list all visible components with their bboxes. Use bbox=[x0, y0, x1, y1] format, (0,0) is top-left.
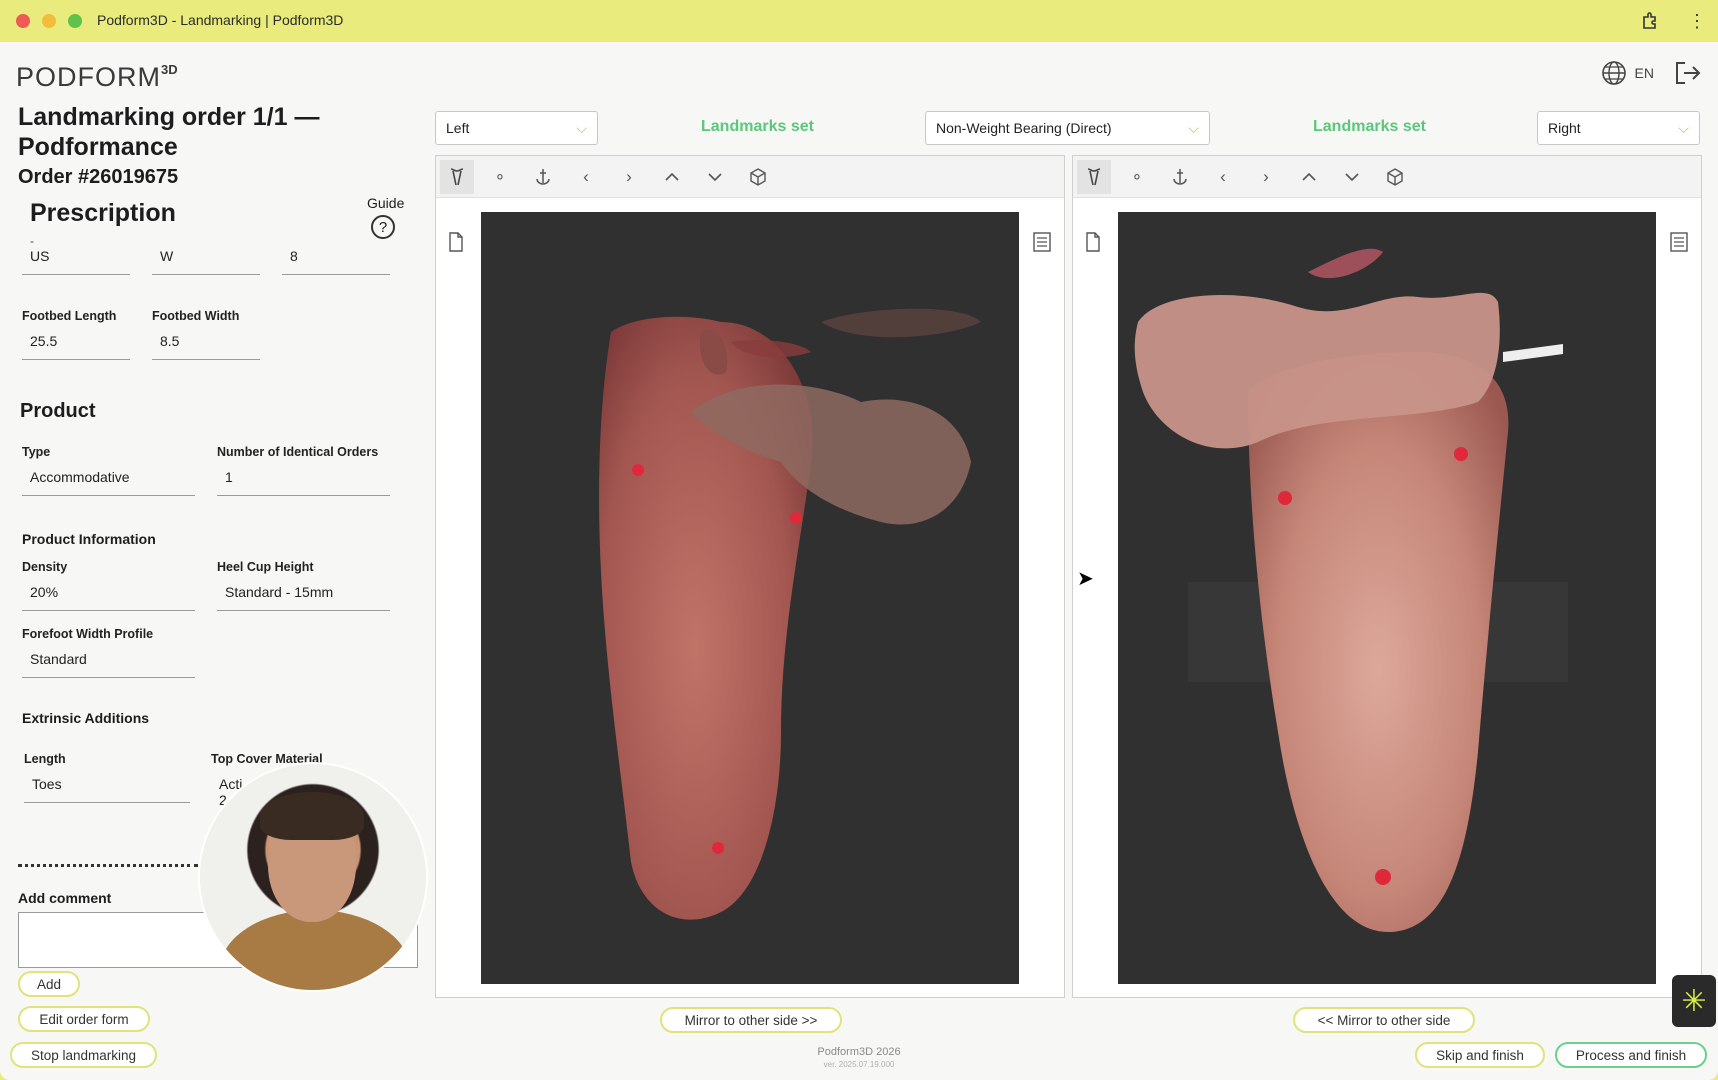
anchor-icon[interactable] bbox=[1163, 160, 1197, 194]
document-icon[interactable] bbox=[1085, 232, 1101, 257]
left-side-select[interactable]: Left ⌵ bbox=[435, 111, 598, 145]
chevron-down-icon[interactable] bbox=[698, 160, 732, 194]
extrinsic-title: Extrinsic Additions bbox=[22, 710, 150, 726]
cube-icon[interactable] bbox=[1378, 160, 1412, 194]
chevron-down-icon: ⌵ bbox=[1678, 119, 1689, 136]
size-system-field[interactable]: US bbox=[22, 244, 130, 275]
minimize-window-button[interactable] bbox=[42, 14, 56, 28]
mirror-right-button[interactable]: Mirror to other side >> bbox=[660, 1007, 842, 1033]
footbed-length-label: Footbed Length bbox=[22, 309, 117, 323]
guide-button[interactable]: Guide ? bbox=[367, 195, 404, 239]
assistant-badge-icon[interactable]: ✳ bbox=[1672, 975, 1716, 1027]
language-label: EN bbox=[1634, 65, 1654, 81]
left-foot-viewer: ∘ ‹ › bbox=[435, 155, 1065, 998]
footbed-width-label: Footbed Width bbox=[152, 309, 240, 323]
globe-icon bbox=[1601, 61, 1626, 85]
chevron-right-icon[interactable]: › bbox=[612, 160, 646, 194]
list-icon[interactable] bbox=[1670, 232, 1688, 257]
anchor-icon[interactable] bbox=[526, 160, 560, 194]
chevron-left-icon[interactable]: ‹ bbox=[569, 160, 603, 194]
prescription-title: Prescription bbox=[30, 199, 176, 227]
type-label: Type bbox=[22, 445, 51, 459]
close-window-button[interactable] bbox=[16, 14, 30, 28]
heel-cup-label: Heel Cup Height bbox=[217, 560, 314, 574]
window-title: Podform3D - Landmarking | Podform3D bbox=[97, 12, 344, 28]
order-panel: Landmarking order 1/1 — Podformance Orde… bbox=[18, 102, 418, 239]
chevron-up-icon[interactable] bbox=[655, 160, 689, 194]
density-field[interactable]: 20% bbox=[22, 580, 195, 611]
identical-orders-field[interactable]: 1 bbox=[217, 465, 390, 496]
product-info-title: Product Information bbox=[22, 531, 156, 547]
list-icon[interactable] bbox=[1033, 232, 1051, 257]
bearing-select[interactable]: Non-Weight Bearing (Direct) ⌵ bbox=[925, 111, 1210, 145]
webcam-video[interactable] bbox=[198, 762, 428, 992]
right-foot-viewer: ∘ ‹ › bbox=[1072, 155, 1702, 998]
right-side-select[interactable]: Right ⌵ bbox=[1537, 111, 1700, 145]
right-status: Landmarks set bbox=[1313, 118, 1426, 135]
size-field[interactable]: 8 bbox=[282, 244, 390, 275]
chevron-down-icon[interactable] bbox=[1335, 160, 1369, 194]
document-icon[interactable] bbox=[448, 232, 464, 257]
logout-icon bbox=[1676, 62, 1701, 84]
logout-button[interactable] bbox=[1672, 58, 1702, 93]
product-title: Product bbox=[20, 400, 96, 422]
bearing-value: Non-Weight Bearing (Direct) bbox=[936, 120, 1112, 136]
left-viewer-toolbar: ∘ ‹ › bbox=[436, 156, 1064, 198]
chevron-down-icon: ⌵ bbox=[1188, 119, 1199, 136]
more-menu-icon[interactable]: ⋮ bbox=[1686, 10, 1708, 32]
landmark-tool-icon[interactable] bbox=[440, 160, 474, 194]
divider bbox=[18, 864, 198, 867]
forefoot-field[interactable]: Standard bbox=[22, 647, 195, 678]
chevron-down-icon: ⌵ bbox=[576, 119, 587, 136]
point-icon[interactable]: ∘ bbox=[483, 160, 517, 194]
chevron-up-icon[interactable] bbox=[1292, 160, 1326, 194]
language-selector[interactable]: EN bbox=[1601, 60, 1654, 86]
heel-cup-field[interactable]: Standard - 15mm bbox=[217, 580, 390, 611]
forefoot-label: Forefoot Width Profile bbox=[22, 627, 154, 641]
footer-version: ver. 2025.07.19.000 bbox=[823, 1060, 895, 1069]
right-viewer-toolbar: ∘ ‹ › bbox=[1073, 156, 1701, 198]
left-foot-scan[interactable] bbox=[481, 212, 1019, 984]
right-side-value: Right bbox=[1548, 120, 1581, 136]
footbed-width-field[interactable]: 8.5 bbox=[152, 329, 260, 360]
cube-icon[interactable] bbox=[741, 160, 775, 194]
window-titlebar: Podform3D - Landmarking | Podform3D ⋮ bbox=[0, 0, 1718, 42]
mirror-left-button[interactable]: << Mirror to other side bbox=[1293, 1007, 1475, 1033]
add-comment-label: Add comment bbox=[18, 890, 112, 906]
gender-field[interactable]: W bbox=[152, 244, 260, 275]
podform-logo: PODFORM3D bbox=[16, 62, 178, 92]
identical-orders-label: Number of Identical Orders bbox=[217, 445, 379, 459]
help-icon: ? bbox=[371, 215, 395, 239]
footer-copyright: Podform3D 2026 bbox=[817, 1046, 901, 1058]
type-field[interactable]: Accommodative bbox=[22, 465, 195, 496]
length-label: Length bbox=[24, 752, 66, 766]
density-label: Density bbox=[22, 560, 68, 574]
add-comment-button[interactable]: Add bbox=[18, 971, 80, 997]
left-side-value: Left bbox=[446, 120, 470, 136]
left-status: Landmarks set bbox=[701, 118, 814, 135]
order-title: Landmarking order 1/1 — Podformance bbox=[18, 103, 320, 161]
extensions-icon[interactable] bbox=[1639, 10, 1661, 32]
length-field[interactable]: Toes bbox=[24, 772, 190, 803]
guide-label: Guide bbox=[367, 195, 405, 211]
zoom-window-button[interactable] bbox=[68, 14, 82, 28]
mouse-cursor: ➤ bbox=[1077, 568, 1094, 590]
landmark-tool-icon[interactable] bbox=[1077, 160, 1111, 194]
footbed-length-field[interactable]: 25.5 bbox=[22, 329, 130, 360]
right-foot-scan[interactable] bbox=[1118, 212, 1656, 984]
chevron-left-icon[interactable]: ‹ bbox=[1206, 160, 1240, 194]
order-number: Order #26019675 bbox=[18, 166, 179, 188]
edit-order-button[interactable]: Edit order form bbox=[18, 1006, 150, 1032]
point-icon[interactable]: ∘ bbox=[1120, 160, 1154, 194]
chevron-right-icon[interactable]: › bbox=[1249, 160, 1283, 194]
app-window: PODFORM3D EN Landmarking order 1/1 — Pod… bbox=[0, 42, 1718, 1080]
